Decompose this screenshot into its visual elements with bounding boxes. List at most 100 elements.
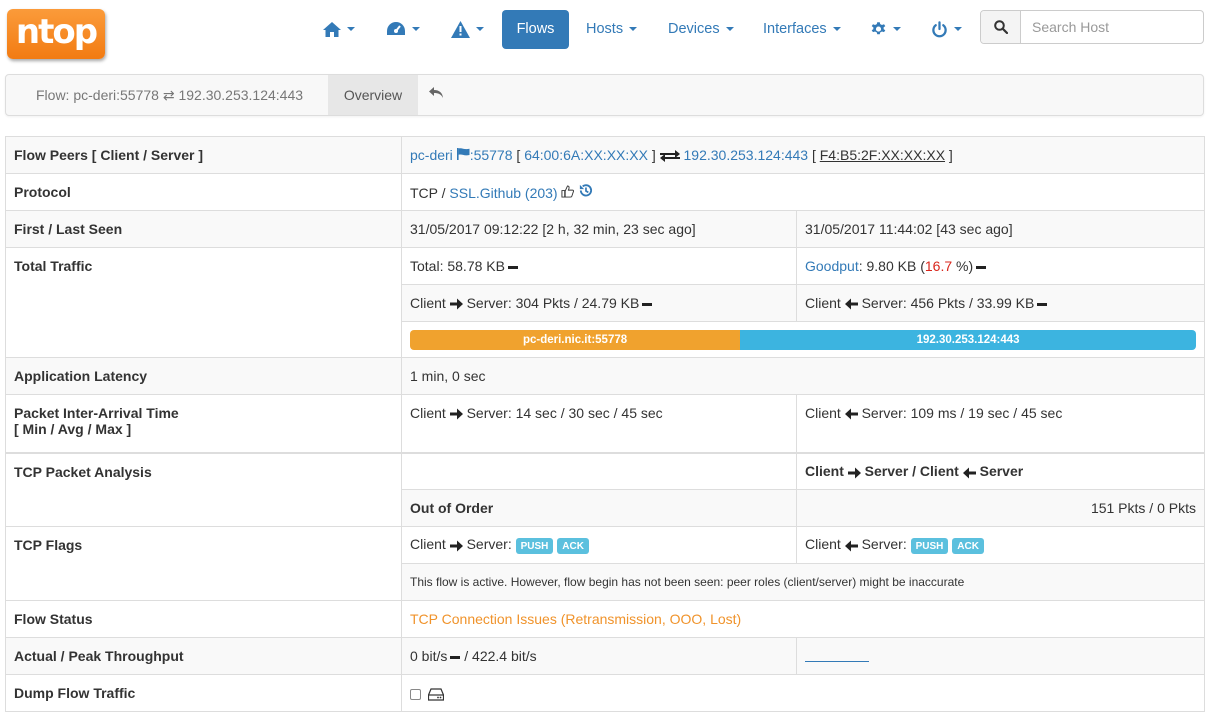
row-flow-status: Flow Status TCP Connection Issues (Retra… (5, 600, 1205, 638)
s2c-flags-value: Client Server: PUSH ACK (796, 526, 1205, 564)
row-protocol: Protocol TCP / SSL.Github (203) (5, 173, 1205, 211)
arrow-left-icon (844, 298, 858, 310)
row-tcp-flags: TCP Flags Client Server: PUSH ACK Client… (5, 526, 1205, 601)
flow-breadcrumb: Flow: pc-deri:55778 ⇄ 192.30.253.124:443 (36, 87, 304, 103)
row-dump-traffic: Dump Flow Traffic (5, 674, 1205, 712)
top-navbar: ntop Flows Hosts Devices Interfaces (0, 0, 1214, 62)
row-tcp-analysis: TCP Packet Analysis Client Server / Clie… (5, 451, 1205, 527)
throughput-chart-cell (796, 637, 1205, 675)
trend-flat-icon (450, 655, 461, 659)
nav-alerts-menu[interactable] (451, 10, 484, 49)
trend-flat-icon (1037, 302, 1048, 306)
row-app-latency: Application Latency 1 min, 0 sec (5, 357, 1205, 395)
home-icon (323, 21, 341, 37)
arrow-left-icon (844, 540, 858, 552)
hard-drive-icon (427, 688, 444, 701)
thumbs-up-icon[interactable] (561, 185, 575, 198)
trend-flat-icon (507, 265, 518, 269)
server-mac-link[interactable]: F4:B5:2F:XX:XX:XX (820, 147, 945, 163)
server-host-link[interactable]: 192.30.253.124 (684, 147, 781, 163)
arrow-left-icon (844, 408, 858, 420)
iat-s2c-value: Client Server: 109 ms / 19 sec / 45 sec (796, 394, 1205, 453)
flag-ack-badge: ACK (952, 537, 984, 554)
flags-note-text: This flow is active. However, flow begin… (401, 563, 1205, 601)
search-host-input[interactable] (1022, 11, 1202, 43)
nav-settings-menu[interactable] (870, 10, 901, 49)
tab-overview[interactable]: Overview (328, 75, 418, 115)
search-icon (993, 20, 1008, 34)
flow-status-value: TCP Connection Issues (Retransmission, O… (401, 600, 1205, 638)
protocol-label: Protocol (5, 173, 402, 211)
search-button[interactable] (981, 11, 1021, 43)
iat-label: Packet Inter-Arrival Time[ Min / Avg / M… (5, 394, 402, 453)
arrow-right-icon (449, 298, 463, 310)
l4-protocol: TCP / (410, 185, 450, 201)
dump-traffic-checkbox[interactable] (410, 688, 421, 700)
dashboard-icon (387, 22, 405, 36)
goodput-link[interactable]: Goodput (805, 258, 859, 274)
dump-value (401, 674, 1205, 712)
arrow-right-icon (449, 540, 463, 552)
latency-label: Application Latency (5, 357, 402, 395)
traffic-label: Total Traffic (5, 247, 402, 358)
nav-devices-menu[interactable]: Devices (668, 10, 734, 49)
last-seen-value: 31/05/2017 11:44:02 [43 sec ago] (796, 210, 1205, 248)
flag-push-badge: PUSH (515, 537, 554, 554)
c2s-flags-value: Client Server: PUSH ACK (401, 526, 797, 564)
server-traffic-bar: 192.30.253.124:443 (740, 329, 1196, 350)
server-port-link[interactable]: :443 (781, 147, 808, 163)
flow-subnav: Flow: pc-deri:55778 ⇄ 192.30.253.124:443… (5, 74, 1204, 116)
nav-devices-label: Devices (668, 21, 720, 37)
flag-icon (456, 147, 470, 160)
arrow-right-icon (449, 408, 463, 420)
traffic-split-bar: pc-deri.nic.it:55778 192.30.253.124:443 (410, 329, 1196, 350)
nav-power-menu[interactable] (931, 10, 962, 49)
flow-peers-label: Flow Peers [ Client / Server ] (5, 136, 402, 174)
arrow-left-icon (962, 467, 976, 479)
nav-dashboard-menu[interactable] (386, 10, 420, 49)
nav-hosts-label: Hosts (586, 21, 624, 37)
trend-flat-icon (642, 302, 653, 306)
throughput-sparkline[interactable] (805, 652, 869, 663)
history-icon[interactable] (578, 183, 593, 198)
flow-details-table: Flow Peers [ Client / Server ] pc-deri :… (5, 136, 1205, 712)
app-protocol-link[interactable]: SSL.Github (203) (449, 185, 557, 201)
client-port-link[interactable]: :55778 (470, 147, 513, 163)
row-inter-arrival: Packet Inter-Arrival Time[ Min / Avg / M… (5, 394, 1205, 453)
latency-value: 1 min, 0 sec (401, 357, 1205, 395)
nav-home-menu[interactable] (323, 10, 355, 49)
protocol-value: TCP / SSL.Github (203) (401, 173, 1205, 211)
flag-push-badge: PUSH (910, 537, 949, 554)
arrow-right-icon (847, 467, 861, 479)
client-host-link[interactable]: pc-deri (410, 147, 453, 163)
seen-label: First / Last Seen (5, 210, 402, 248)
throughput-label: Actual / Peak Throughput (5, 637, 402, 675)
goodput-value: Goodput: 9.80 KB (16.7 %) (796, 247, 1205, 285)
exchange-icon (659, 150, 680, 163)
client-mac-link[interactable]: 64:00:6A:XX:XX:XX (524, 147, 648, 163)
flow-peers-value: pc-deri :55778 [ 64:00:6A:XX:XX:XX ] 192… (401, 136, 1205, 174)
tcp-flags-label: TCP Flags (5, 526, 402, 601)
ooo-label: Out of Order (401, 489, 797, 527)
c2s-traffic-value: Client Server: 304 Pkts / 24.79 KB (401, 284, 797, 322)
first-seen-value: 31/05/2017 09:12:22 [2 h, 32 min, 23 sec… (401, 210, 797, 248)
nav-hosts-menu[interactable]: Hosts (586, 10, 638, 49)
gear-icon (871, 21, 886, 34)
nav-interfaces-menu[interactable]: Interfaces (763, 10, 841, 49)
row-first-last-seen: First / Last Seen 31/05/2017 09:12:22 [2… (5, 210, 1205, 248)
iat-c2s-value: Client Server: 14 sec / 30 sec / 45 sec (401, 394, 797, 453)
nav-flows-tab[interactable]: Flows (502, 10, 569, 49)
row-total-traffic: Total Traffic Total: 58.78 KB Goodput: 9… (5, 247, 1205, 358)
s2c-traffic-value: Client Server: 456 Pkts / 33.99 KB (796, 284, 1205, 322)
total-traffic-value: Total: 58.78 KB (401, 247, 797, 285)
traffic-split-cell: pc-deri.nic.it:55778 192.30.253.124:443 (401, 321, 1205, 358)
flow-status-label: Flow Status (5, 600, 402, 638)
ooo-value: 151 Pkts / 0 Pkts (796, 489, 1205, 527)
dump-label: Dump Flow Traffic (5, 674, 402, 712)
back-button[interactable] (428, 86, 444, 103)
client-traffic-bar: pc-deri.nic.it:55778 (410, 329, 741, 350)
nav-interfaces-label: Interfaces (763, 21, 827, 37)
row-flow-peers: Flow Peers [ Client / Server ] pc-deri :… (5, 136, 1205, 174)
throughput-value: 0 bit/s / 422.4 bit/s (401, 637, 797, 675)
goodput-percent: 16.7 (924, 258, 953, 274)
